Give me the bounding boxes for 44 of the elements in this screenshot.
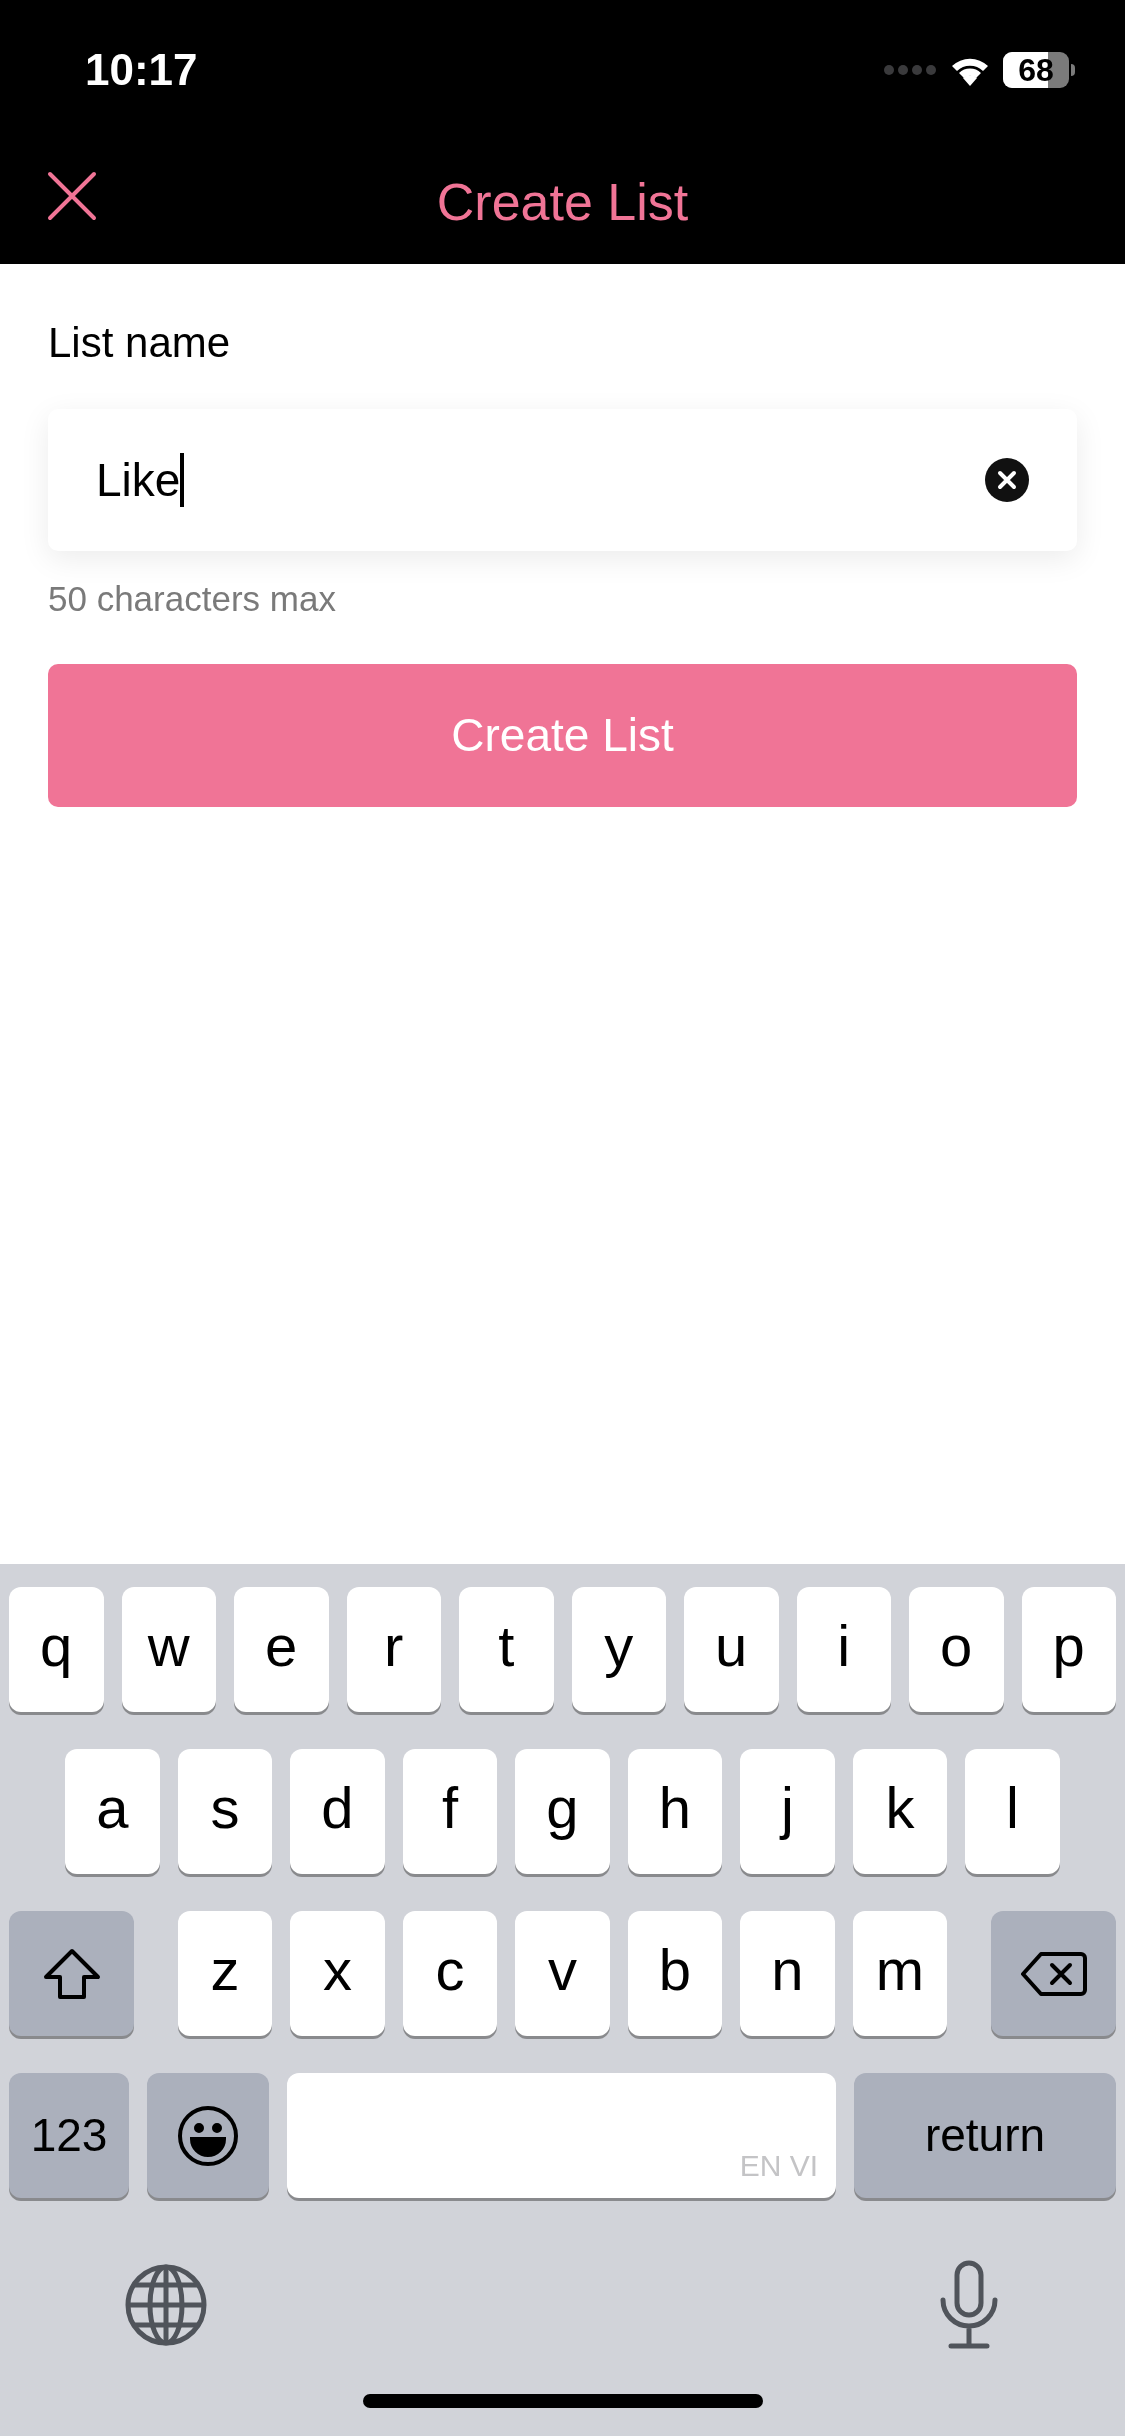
key[interactable]: r	[346, 1587, 441, 1712]
key[interactable]: g	[515, 1749, 610, 1874]
key[interactable]: o	[909, 1587, 1004, 1712]
key[interactable]: i	[796, 1587, 891, 1712]
key[interactable]: l	[965, 1749, 1060, 1874]
clear-icon[interactable]	[985, 458, 1029, 502]
key[interactable]: x	[290, 1911, 385, 2036]
emoji-key[interactable]	[147, 2073, 269, 2198]
key[interactable]: f	[402, 1749, 498, 1874]
key[interactable]: z	[177, 1911, 273, 2036]
field-value: Like	[96, 452, 181, 508]
key[interactable]: d	[290, 1749, 385, 1874]
key[interactable]: t	[459, 1587, 554, 1712]
key[interactable]: q	[9, 1587, 104, 1712]
key[interactable]: h	[627, 1749, 723, 1874]
close-icon	[47, 171, 97, 221]
key[interactable]: p	[1021, 1587, 1116, 1712]
key[interactable]: j	[740, 1749, 835, 1874]
list-name-field[interactable]: Like	[48, 409, 1077, 551]
globe-icon[interactable]	[124, 2263, 208, 2347]
key[interactable]: s	[177, 1749, 273, 1874]
key[interactable]: w	[121, 1587, 216, 1712]
key[interactable]: a	[65, 1749, 160, 1874]
helper-text: 50 characters max	[48, 581, 337, 616]
key[interactable]: m	[852, 1911, 948, 2036]
key[interactable]: k	[852, 1749, 948, 1874]
key[interactable]: v	[515, 1911, 610, 2036]
key[interactable]: e	[234, 1587, 329, 1712]
numbers-key[interactable]: 123	[9, 2073, 129, 2198]
screen-title: Create List	[436, 172, 689, 233]
shift-icon	[41, 1946, 102, 2001]
key[interactable]: b	[627, 1911, 723, 2036]
key[interactable]: y	[571, 1587, 666, 1712]
key[interactable]: u	[684, 1587, 779, 1712]
status-time: 10:17	[85, 44, 198, 96]
signal-icon	[883, 64, 937, 76]
shift-key[interactable]	[9, 1911, 134, 2036]
delete-icon	[1020, 1950, 1087, 1997]
delete-key[interactable]	[991, 1911, 1116, 2036]
emoji-icon	[177, 2104, 239, 2167]
key[interactable]: c	[402, 1911, 498, 2036]
key[interactable]: n	[740, 1911, 835, 2036]
field-label: List name	[48, 322, 232, 364]
return-key[interactable]: return	[854, 2073, 1116, 2198]
